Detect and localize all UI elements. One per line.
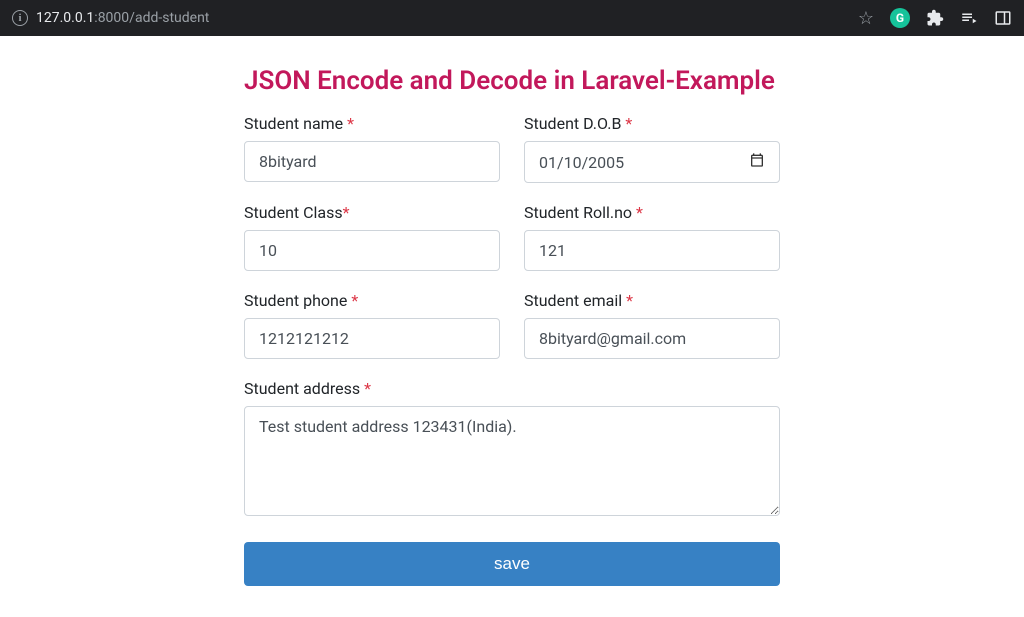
required-asterisk: * xyxy=(625,114,632,133)
form-row: Student address * xyxy=(244,379,780,516)
form-group-rollno: Student Roll.no * xyxy=(524,203,780,271)
form-row: Student phone * Student email * xyxy=(244,291,780,359)
url-host: 127.0.0.1 xyxy=(36,10,94,26)
required-asterisk: * xyxy=(351,291,358,310)
required-asterisk: * xyxy=(364,379,371,398)
extensions-puzzle-icon[interactable] xyxy=(926,9,944,27)
label-student-dob: Student D.O.B * xyxy=(524,114,780,133)
dob-value: 01/10/2005 xyxy=(539,153,624,172)
bookmark-star-icon[interactable]: ☆ xyxy=(858,8,874,29)
info-icon[interactable]: i xyxy=(12,10,28,26)
label-student-address: Student address * xyxy=(244,379,780,398)
page-title: JSON Encode and Decode in Laravel-Exampl… xyxy=(244,66,780,96)
reading-list-icon[interactable] xyxy=(960,9,978,27)
main-container: JSON Encode and Decode in Laravel-Exampl… xyxy=(232,66,792,586)
student-email-input[interactable] xyxy=(524,318,780,359)
label-student-phone: Student phone * xyxy=(244,291,500,310)
student-phone-input[interactable] xyxy=(244,318,500,359)
form-row: Student Class* Student Roll.no * xyxy=(244,203,780,271)
label-student-class: Student Class* xyxy=(244,203,500,222)
form-group-address: Student address * xyxy=(244,379,780,516)
form-group-name: Student name * xyxy=(244,114,500,183)
form-row: Student name * Student D.O.B * 01/10/200… xyxy=(244,114,780,183)
label-student-email: Student email * xyxy=(524,291,780,310)
form-group-email: Student email * xyxy=(524,291,780,359)
grammarly-icon[interactable]: G xyxy=(890,8,910,28)
student-class-input[interactable] xyxy=(244,230,500,271)
calendar-icon[interactable] xyxy=(749,152,765,172)
required-asterisk: * xyxy=(343,203,350,222)
side-panel-icon[interactable] xyxy=(994,9,1012,27)
student-dob-input[interactable]: 01/10/2005 xyxy=(524,141,780,183)
form-group-dob: Student D.O.B * 01/10/2005 xyxy=(524,114,780,183)
form-group-phone: Student phone * xyxy=(244,291,500,359)
label-student-name: Student name * xyxy=(244,114,500,133)
url-display[interactable]: 127.0.0.1:8000/add-student xyxy=(36,10,850,26)
form-group-class: Student Class* xyxy=(244,203,500,271)
browser-address-bar: i 127.0.0.1:8000/add-student ☆ G xyxy=(0,0,1024,36)
required-asterisk: * xyxy=(636,203,643,222)
student-name-input[interactable] xyxy=(244,141,500,182)
student-rollno-input[interactable] xyxy=(524,230,780,271)
address-bar-icons: ☆ G xyxy=(858,8,1012,29)
save-button[interactable]: save xyxy=(244,542,780,586)
student-address-textarea[interactable] xyxy=(244,406,780,516)
label-student-rollno: Student Roll.no * xyxy=(524,203,780,222)
required-asterisk: * xyxy=(347,114,354,133)
required-asterisk: * xyxy=(626,291,633,310)
